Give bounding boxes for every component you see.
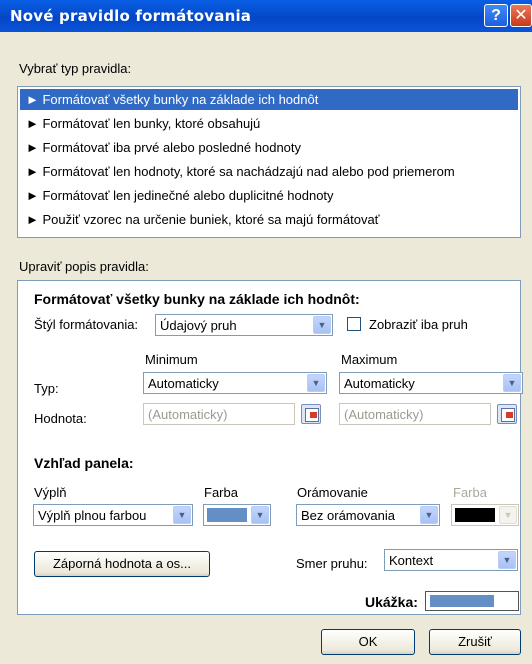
border-label: Orámovanie (297, 485, 368, 500)
rule-type-label: Vybrať typ pravidla: (19, 61, 132, 76)
border-color-label: Farba (453, 485, 487, 500)
border-color-picker[interactable]: ▼ (451, 504, 519, 526)
rule-type-item[interactable]: ► Formátovať len jedinečné alebo duplici… (20, 185, 518, 206)
help-button[interactable]: ? (484, 4, 508, 27)
new-formatting-rule-dialog: Nové pravidlo formátovania ? ✕ Vybrať ty… (0, 0, 532, 664)
dialog-title: Nové pravidlo formátovania (10, 7, 252, 25)
title-bar: Nové pravidlo formátovania ? ✕ (0, 0, 532, 32)
chevron-down-icon: ▼ (313, 316, 331, 334)
help-icon: ? (491, 7, 501, 24)
show-bar-only-label: Zobraziť iba pruh (369, 317, 468, 332)
fill-label: Výplň (34, 485, 67, 500)
close-icon: ✕ (514, 7, 528, 24)
close-button[interactable]: ✕ (510, 4, 532, 27)
color-label: Farba (204, 485, 238, 500)
rule-heading: Formátovať všetky bunky na základe ich h… (34, 291, 360, 307)
preview-data-bar (430, 595, 494, 607)
bar-appearance-heading: Vzhľad panela: (34, 455, 134, 471)
cancel-button[interactable]: Zrušiť (429, 629, 521, 655)
range-picker-icon[interactable] (301, 404, 321, 424)
bar-direction-select[interactable]: Kontext ▼ (384, 549, 518, 571)
rule-type-item[interactable]: ► Formátovať všetky bunky na základe ich… (20, 89, 518, 110)
chevron-down-icon: ▼ (251, 506, 269, 524)
maximum-label: Maximum (341, 352, 398, 367)
chevron-down-icon: ▼ (420, 506, 438, 524)
chevron-down-icon: ▼ (173, 506, 191, 524)
minimum-label: Minimum (145, 352, 198, 367)
show-bar-only-checkbox[interactable] (347, 317, 361, 331)
max-type-select[interactable]: Automaticky ▼ (339, 372, 523, 394)
rule-description-panel: Formátovať všetky bunky na základe ich h… (17, 280, 523, 615)
edit-rule-label: Upraviť popis pravidla: (19, 259, 149, 274)
fill-color-swatch (207, 508, 247, 522)
rule-type-item[interactable]: ► Formátovať iba prvé alebo posledné hod… (20, 137, 518, 158)
border-color-swatch (455, 508, 495, 522)
min-value-field[interactable]: (Automaticky) (143, 403, 295, 425)
ok-button[interactable]: OK (321, 629, 415, 655)
type-label: Typ: (34, 381, 59, 396)
rule-type-list[interactable]: ► Formátovať všetky bunky na základe ich… (17, 86, 521, 238)
format-style-select[interactable]: Údajový pruh ▼ (155, 314, 333, 336)
rule-type-item[interactable]: ► Formátovať len bunky, ktoré obsahujú (20, 113, 518, 134)
chevron-down-icon: ▼ (503, 374, 521, 392)
preview-box (425, 591, 519, 611)
format-style-label: Štýl formátovania: (34, 317, 139, 332)
rule-type-item[interactable]: ► Použiť vzorec na určenie buniek, ktoré… (20, 209, 518, 230)
chevron-down-icon: ▼ (498, 551, 516, 569)
chevron-down-icon: ▼ (307, 374, 325, 392)
min-type-select[interactable]: Automaticky ▼ (143, 372, 327, 394)
fill-color-picker[interactable]: ▼ (203, 504, 271, 526)
border-type-select[interactable]: Bez orámovania ▼ (296, 504, 440, 526)
fill-type-select[interactable]: Výplň plnou farbou ▼ (33, 504, 193, 526)
preview-label: Ukážka: (365, 594, 418, 610)
max-value-field[interactable]: (Automaticky) (339, 403, 491, 425)
rule-type-item[interactable]: ► Formátovať len hodnoty, ktoré sa nachá… (20, 161, 518, 182)
chevron-down-icon: ▼ (499, 506, 517, 524)
range-picker-icon[interactable] (497, 404, 517, 424)
negative-value-axis-button[interactable]: Záporná hodnota a os... (34, 551, 210, 577)
value-label: Hodnota: (34, 411, 87, 426)
bar-direction-label: Smer pruhu: (296, 556, 368, 571)
